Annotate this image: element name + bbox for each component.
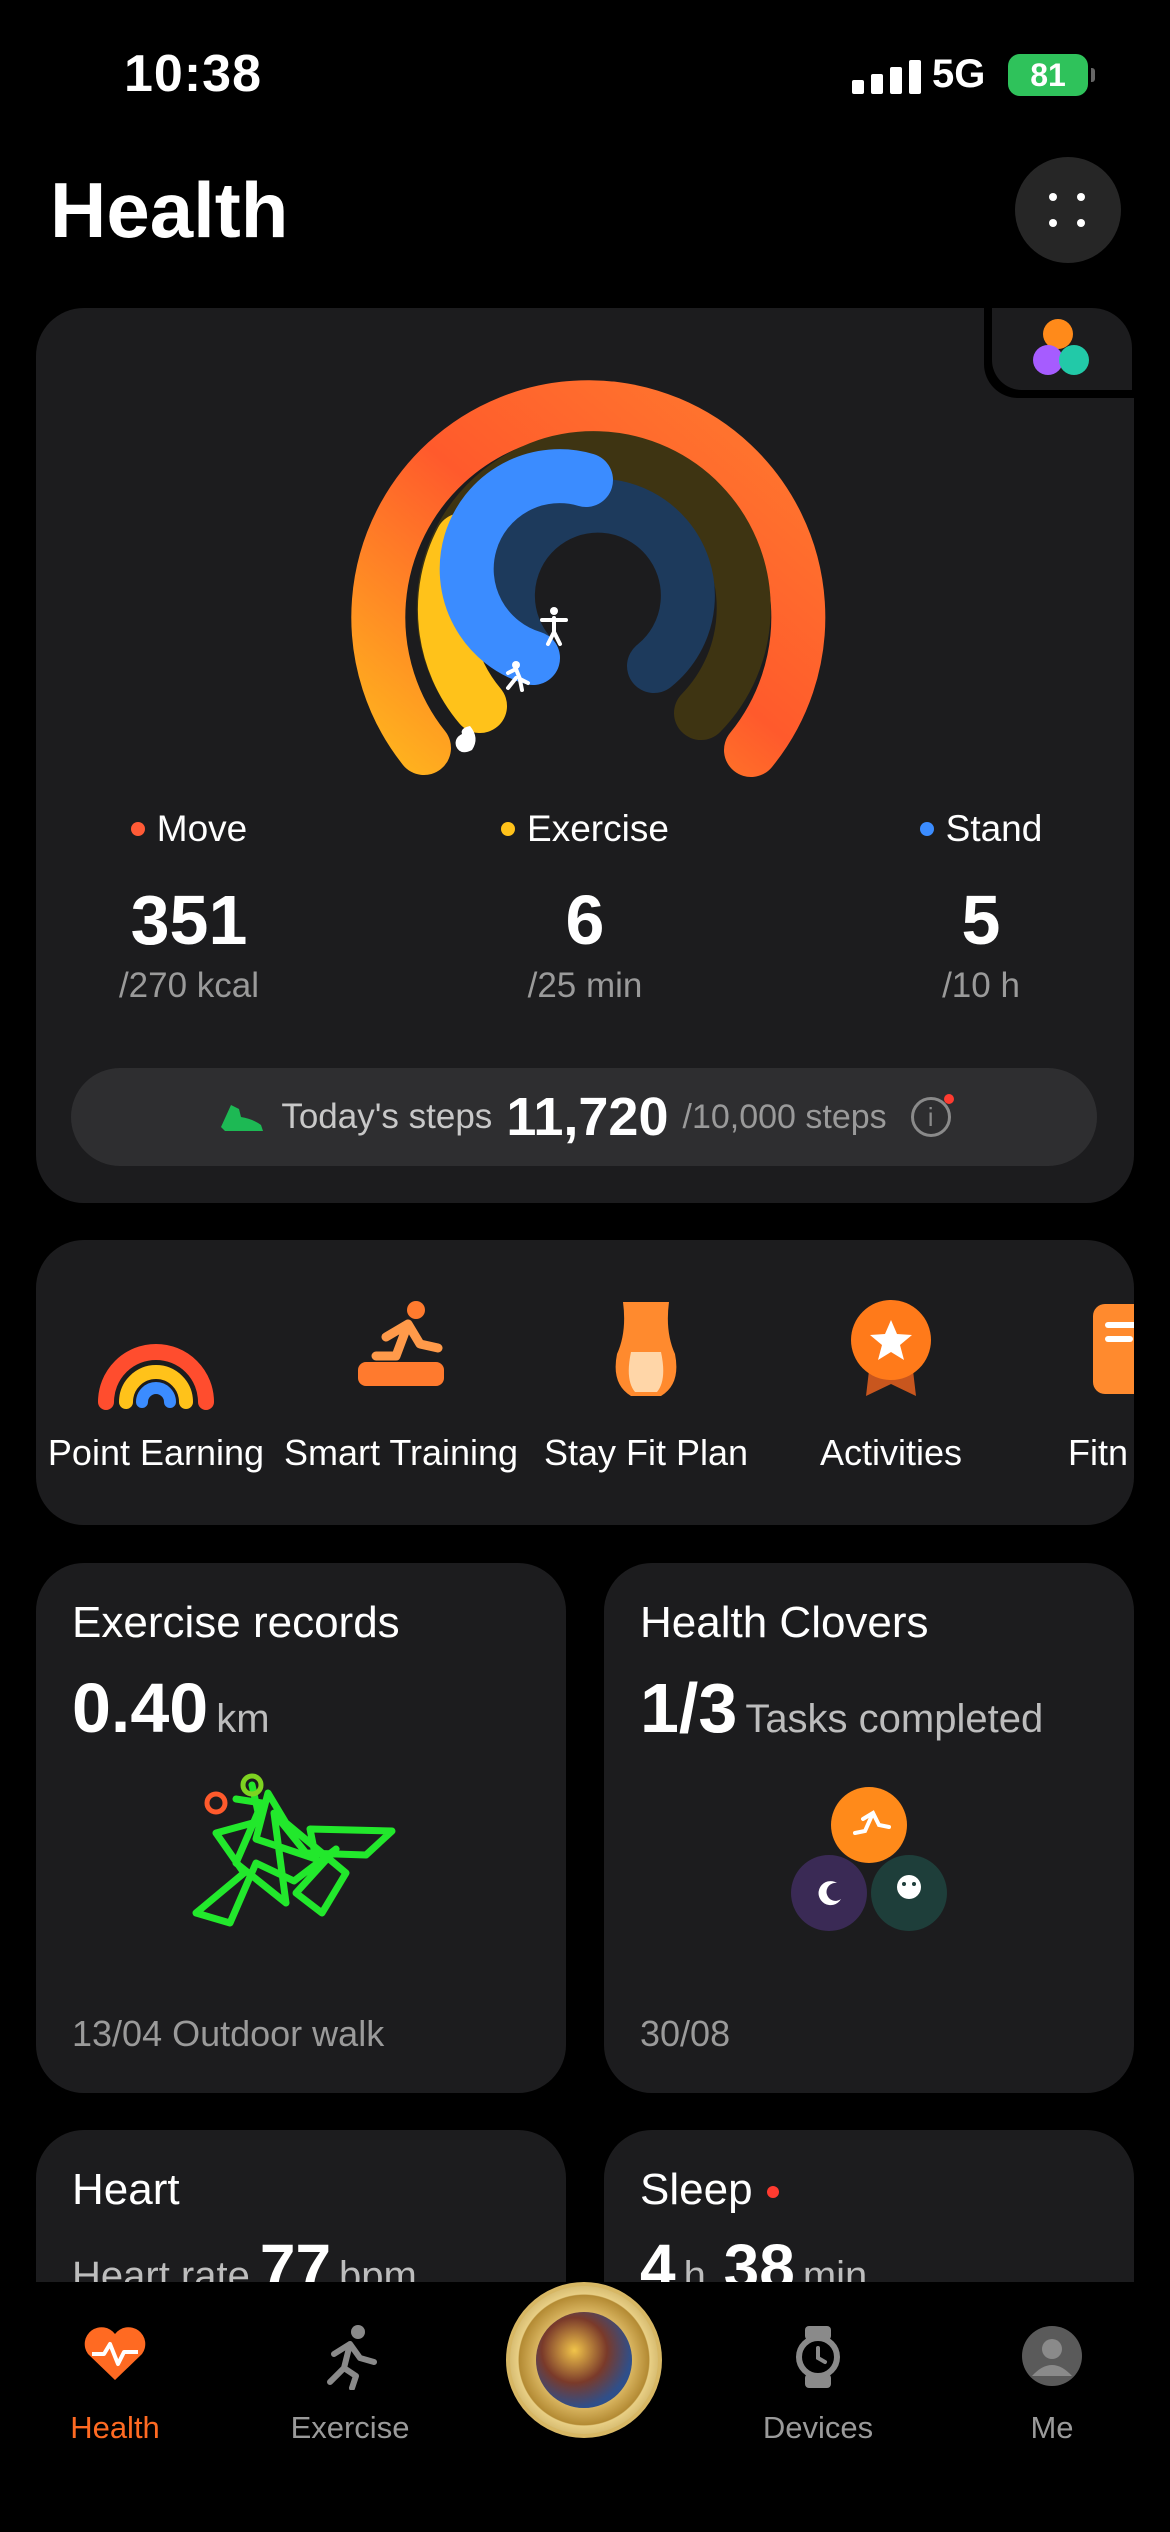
body-icon [615, 1302, 677, 1396]
move-metric: Move 351 /270 kcal [36, 808, 402, 1006]
exercise-label: Exercise [527, 808, 669, 849]
steps-value: 11,720 [506, 1087, 669, 1147]
flame-icon [455, 726, 476, 753]
stand-value: 5 [961, 881, 1001, 959]
shortcut-label: Activities [819, 1432, 963, 1473]
clover-icon [791, 1787, 947, 1931]
ring-metrics: Move 351 /270 kcal Exercise 6 /25 min St… [36, 808, 1134, 1006]
shortcut-label: Smart Training [283, 1432, 519, 1473]
battery-icon: 81 [1008, 54, 1095, 96]
stand-dot-icon [919, 822, 934, 836]
route-map [192, 1773, 396, 1927]
nav-label: Health [70, 2410, 160, 2445]
notification-dot [766, 2186, 779, 2199]
network-type: 5G [932, 52, 986, 96]
course-icon [1093, 1304, 1134, 1394]
signal-icon [852, 60, 921, 94]
tile-title: Heart [72, 2165, 180, 2214]
tasks-unit: Tasks completed [745, 1697, 1044, 1741]
star-medal-icon [851, 1300, 931, 1396]
tile-footer: 30/08 [640, 2013, 731, 2054]
tile-title: Exercise records [72, 1598, 400, 1647]
distance-unit: km [216, 1697, 270, 1741]
exercise-dot-icon [501, 822, 516, 836]
activity-rings [351, 380, 826, 777]
shortcut-label: Point Earning [47, 1432, 265, 1473]
notification-dot [943, 1094, 954, 1104]
bottom-nav: Health Exercise Devices Me [0, 2282, 1170, 2532]
steps-summary[interactable]: Today's steps 11,720 /10,000 steps i [71, 1068, 1097, 1166]
user-avatar-icon [1022, 2326, 1082, 2386]
watch-icon [796, 2326, 840, 2388]
stand-metric: Stand 5 /10 h [768, 808, 1134, 1006]
health-clovers-tile[interactable]: Health Clovers 1/3 Tasks completed 30/08 [604, 1563, 1134, 2093]
grid-dots-icon [1049, 193, 1087, 227]
rings-style-switch-icon[interactable] [992, 308, 1132, 390]
page-title: Health [50, 166, 289, 254]
shortcut-label: Fitn Cou [1067, 1432, 1134, 1473]
tile-title: Health Clovers [640, 1598, 929, 1647]
activity-rings-card[interactable]: Move 351 /270 kcal Exercise 6 /25 min St… [36, 308, 1134, 1203]
exercise-value: 6 [565, 881, 605, 959]
tasks-value: 1/3 [640, 1669, 738, 1747]
move-dot-icon [130, 822, 145, 836]
runner-icon [358, 1301, 444, 1386]
steps-label: Today's steps [281, 1097, 493, 1136]
tile-title: Sleep [640, 2165, 753, 2214]
steps-goal: /10,000 steps [682, 1097, 887, 1136]
more-menu-button[interactable] [1015, 157, 1121, 263]
tile-footer: 13/04 Outdoor walk [72, 2013, 385, 2054]
shortcut-label: Stay Fit Plan [543, 1432, 749, 1473]
status-time: 10:38 [124, 45, 262, 103]
running-icon [327, 2325, 377, 2390]
route-end-icon [204, 1791, 228, 1815]
move-value: 351 [130, 881, 248, 959]
exercise-metric: Exercise 6 /25 min [402, 808, 768, 1006]
status-bar: 10:38 5G 81 [0, 0, 1170, 150]
info-icon[interactable]: i [910, 1094, 954, 1137]
exercise-records-tile[interactable]: Exercise records 0.40 km 13/04 Outdoor wa… [36, 1563, 566, 2093]
rainbow-icon [98, 1344, 214, 1410]
battery-level: 81 [1030, 57, 1066, 93]
stand-label: Stand [945, 808, 1043, 849]
shoe-icon [221, 1105, 264, 1131]
move-goal: /270 kcal [118, 966, 260, 1005]
heart-icon [84, 2327, 146, 2380]
stand-goal: /10 h [942, 966, 1020, 1005]
nav-label: Me [1030, 2410, 1074, 2445]
move-label: Move [156, 808, 248, 849]
achievement-medal-button[interactable] [506, 2282, 662, 2438]
nav-label: Devices [762, 2410, 874, 2445]
shortcuts-row: Point Earning Smart Training Stay Fit Pl… [36, 1240, 1134, 1525]
nav-label: Exercise [290, 2410, 410, 2445]
distance-value: 0.40 [72, 1669, 209, 1747]
exercise-goal: /25 min [527, 966, 643, 1005]
medal-emblem-icon [536, 2312, 632, 2408]
